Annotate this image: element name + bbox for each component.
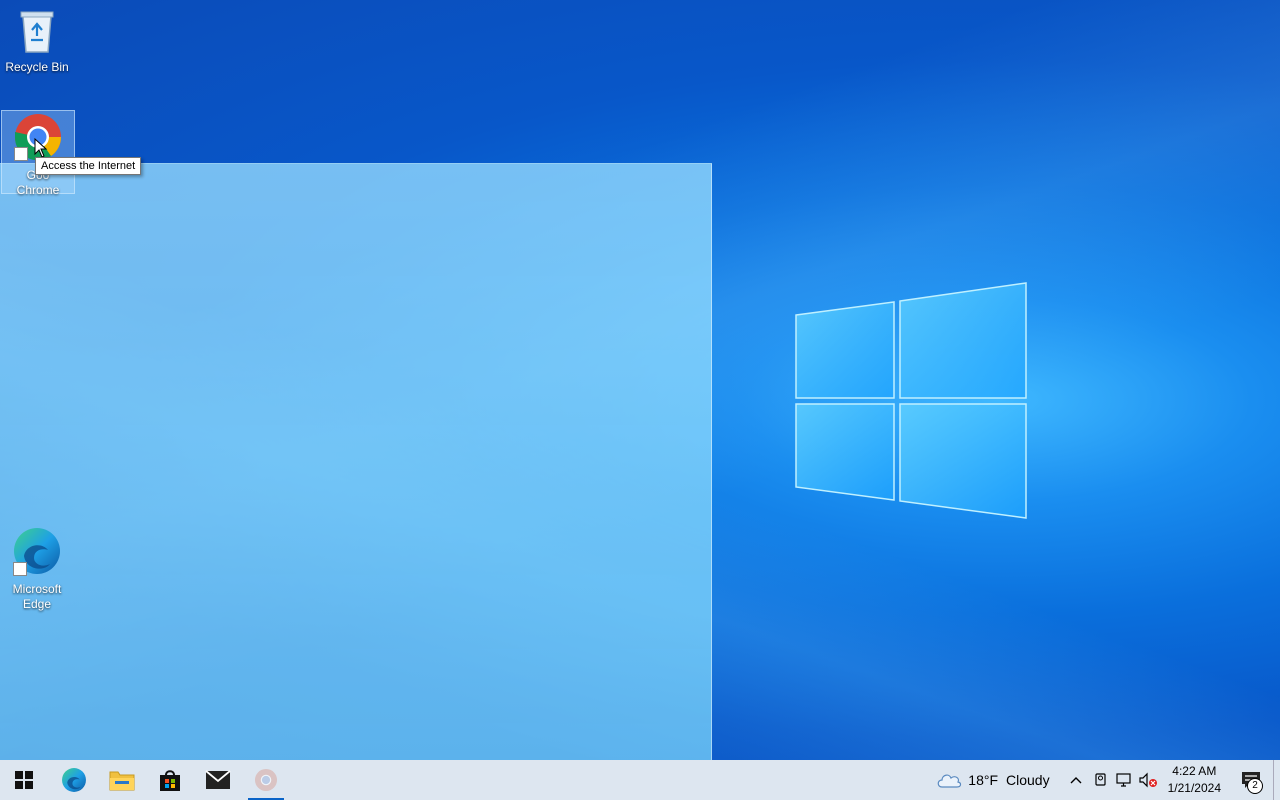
shortcut-arrow-icon bbox=[14, 147, 28, 161]
action-center-button[interactable]: 2 bbox=[1229, 760, 1273, 800]
folder-icon bbox=[109, 771, 135, 791]
shortcut-arrow-icon bbox=[13, 562, 27, 576]
clock-date: 1/21/2024 bbox=[1167, 781, 1221, 795]
window-preview-overlay bbox=[0, 163, 712, 761]
desktop-icon-label: Microsoft bbox=[12, 582, 62, 596]
mail-icon bbox=[205, 770, 231, 789]
desktop-icon-label: Recycle Bin bbox=[5, 60, 69, 74]
desktop-icon-label: Chrome bbox=[16, 183, 60, 197]
weather-condition: Cloudy bbox=[1006, 772, 1050, 788]
meet-now-button[interactable] bbox=[1090, 760, 1112, 800]
desktop-icon-recycle-bin[interactable]: Recycle Bin bbox=[1, 6, 73, 75]
network-icon bbox=[1116, 773, 1131, 787]
volume-button[interactable] bbox=[1136, 760, 1160, 800]
weather-temperature: 18°F bbox=[968, 772, 999, 788]
chrome-icon bbox=[254, 768, 278, 792]
show-desktop-button[interactable] bbox=[1273, 760, 1280, 800]
start-button[interactable] bbox=[0, 760, 48, 800]
mouse-cursor-icon bbox=[34, 138, 48, 158]
notification-count-badge: 2 bbox=[1247, 778, 1263, 794]
taskbar: 18°F Cloudy 4:22 AM 1/21/2024 2 bbox=[0, 760, 1280, 800]
volume-muted-icon bbox=[1139, 772, 1157, 788]
chevron-up-icon bbox=[1070, 777, 1082, 784]
taskbar-mail-button[interactable] bbox=[194, 760, 242, 800]
show-hidden-icons-button[interactable] bbox=[1062, 760, 1090, 800]
network-button[interactable] bbox=[1112, 760, 1136, 800]
tooltip: Access the Internet bbox=[35, 157, 142, 175]
edge-icon bbox=[62, 768, 86, 792]
taskbar-store-button[interactable] bbox=[146, 760, 194, 800]
weather-widget[interactable]: 18°F Cloudy bbox=[930, 760, 1055, 800]
recycle-bin-icon bbox=[20, 11, 54, 53]
windows-start-icon bbox=[15, 771, 33, 789]
store-bag-icon bbox=[160, 770, 180, 791]
cloud-icon bbox=[937, 774, 962, 788]
windows-logo-wallpaper bbox=[795, 282, 1027, 519]
taskbar-chrome-button[interactable] bbox=[242, 760, 290, 800]
desktop-icon-microsoft-edge[interactable]: Microsoft Edge bbox=[1, 526, 73, 612]
clock[interactable]: 4:22 AM 1/21/2024 bbox=[1160, 760, 1229, 800]
desktop-icon-label: Edge bbox=[22, 597, 52, 611]
taskbar-edge-button[interactable] bbox=[50, 760, 98, 800]
taskbar-file-explorer-button[interactable] bbox=[98, 760, 146, 800]
meet-now-icon bbox=[1095, 773, 1106, 786]
system-tray: 18°F Cloudy 4:22 AM 1/21/2024 2 bbox=[930, 760, 1280, 800]
clock-time: 4:22 AM bbox=[1172, 764, 1217, 778]
